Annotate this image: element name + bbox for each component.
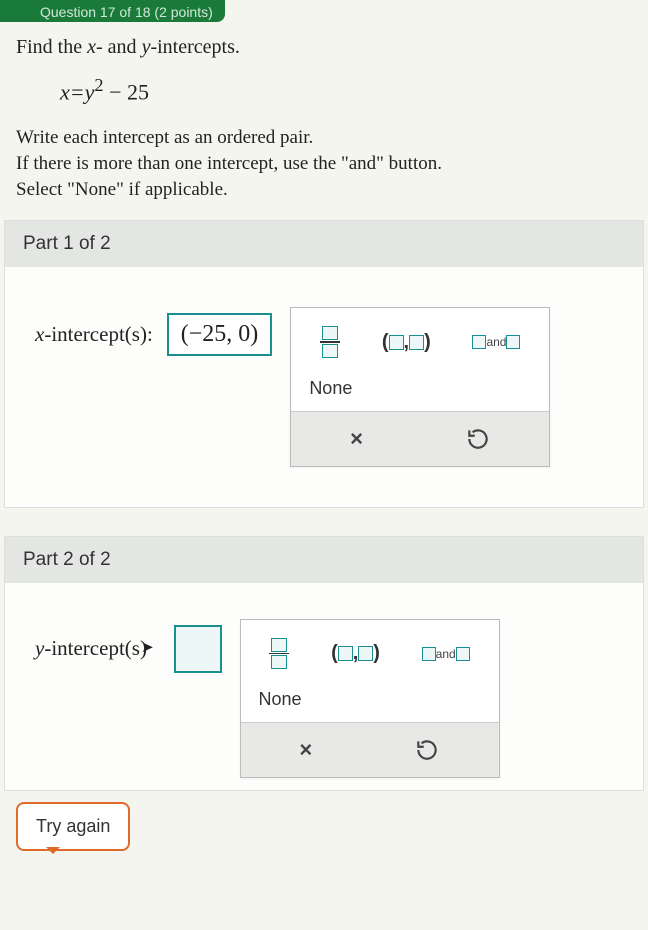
part-1: Part 1 of 2 x-intercept(s): (−25, 0) (,)… xyxy=(4,220,644,508)
undo-icon xyxy=(465,426,491,452)
question-tab: Question 17 of 18 (2 points) xyxy=(0,0,225,22)
ordered-pair-button[interactable]: (,) xyxy=(374,327,439,358)
reset-button[interactable] xyxy=(406,733,448,767)
prompt-text: Find the x- and y-intercepts. xyxy=(0,22,648,67)
instruction-line-2: If there is more than one intercept, use… xyxy=(16,151,636,177)
clear-button[interactable]: × xyxy=(291,733,320,767)
fraction-button[interactable] xyxy=(312,322,348,362)
and-button[interactable]: and xyxy=(414,643,478,665)
y-intercept-input[interactable] xyxy=(174,625,222,673)
math-palette-2: (,) and None × xyxy=(240,619,500,779)
instructions: Write each intercept as an ordered pair.… xyxy=(0,125,648,220)
try-again-button[interactable]: Try again xyxy=(16,802,130,851)
none-button[interactable]: None xyxy=(309,378,352,399)
clear-button[interactable]: × xyxy=(342,422,371,456)
math-palette-1: (,) and None × xyxy=(290,307,550,467)
equation: x=y2 − 25 xyxy=(0,67,648,125)
instruction-line-1: Write each intercept as an ordered pair. xyxy=(16,125,636,151)
ordered-pair-button[interactable]: (,) xyxy=(323,638,388,669)
x-intercept-input[interactable]: (−25, 0) xyxy=(167,313,273,356)
and-button[interactable]: and xyxy=(464,331,528,353)
part-2: Part 2 of 2 y-intercept(s)➤ (,) and Non xyxy=(4,536,644,792)
x-intercept-label: x-intercept(s): xyxy=(35,322,153,347)
y-intercept-label: y-intercept(s)➤ xyxy=(35,636,160,661)
part-2-header: Part 2 of 2 xyxy=(5,537,643,583)
cursor-icon: ➤ xyxy=(141,640,154,656)
none-button[interactable]: None xyxy=(259,689,302,710)
instruction-line-3: Select "None" if applicable. xyxy=(16,177,636,203)
fraction-button[interactable] xyxy=(261,634,297,674)
part-1-header: Part 1 of 2 xyxy=(5,221,643,267)
reset-button[interactable] xyxy=(457,422,499,456)
undo-icon xyxy=(414,737,440,763)
